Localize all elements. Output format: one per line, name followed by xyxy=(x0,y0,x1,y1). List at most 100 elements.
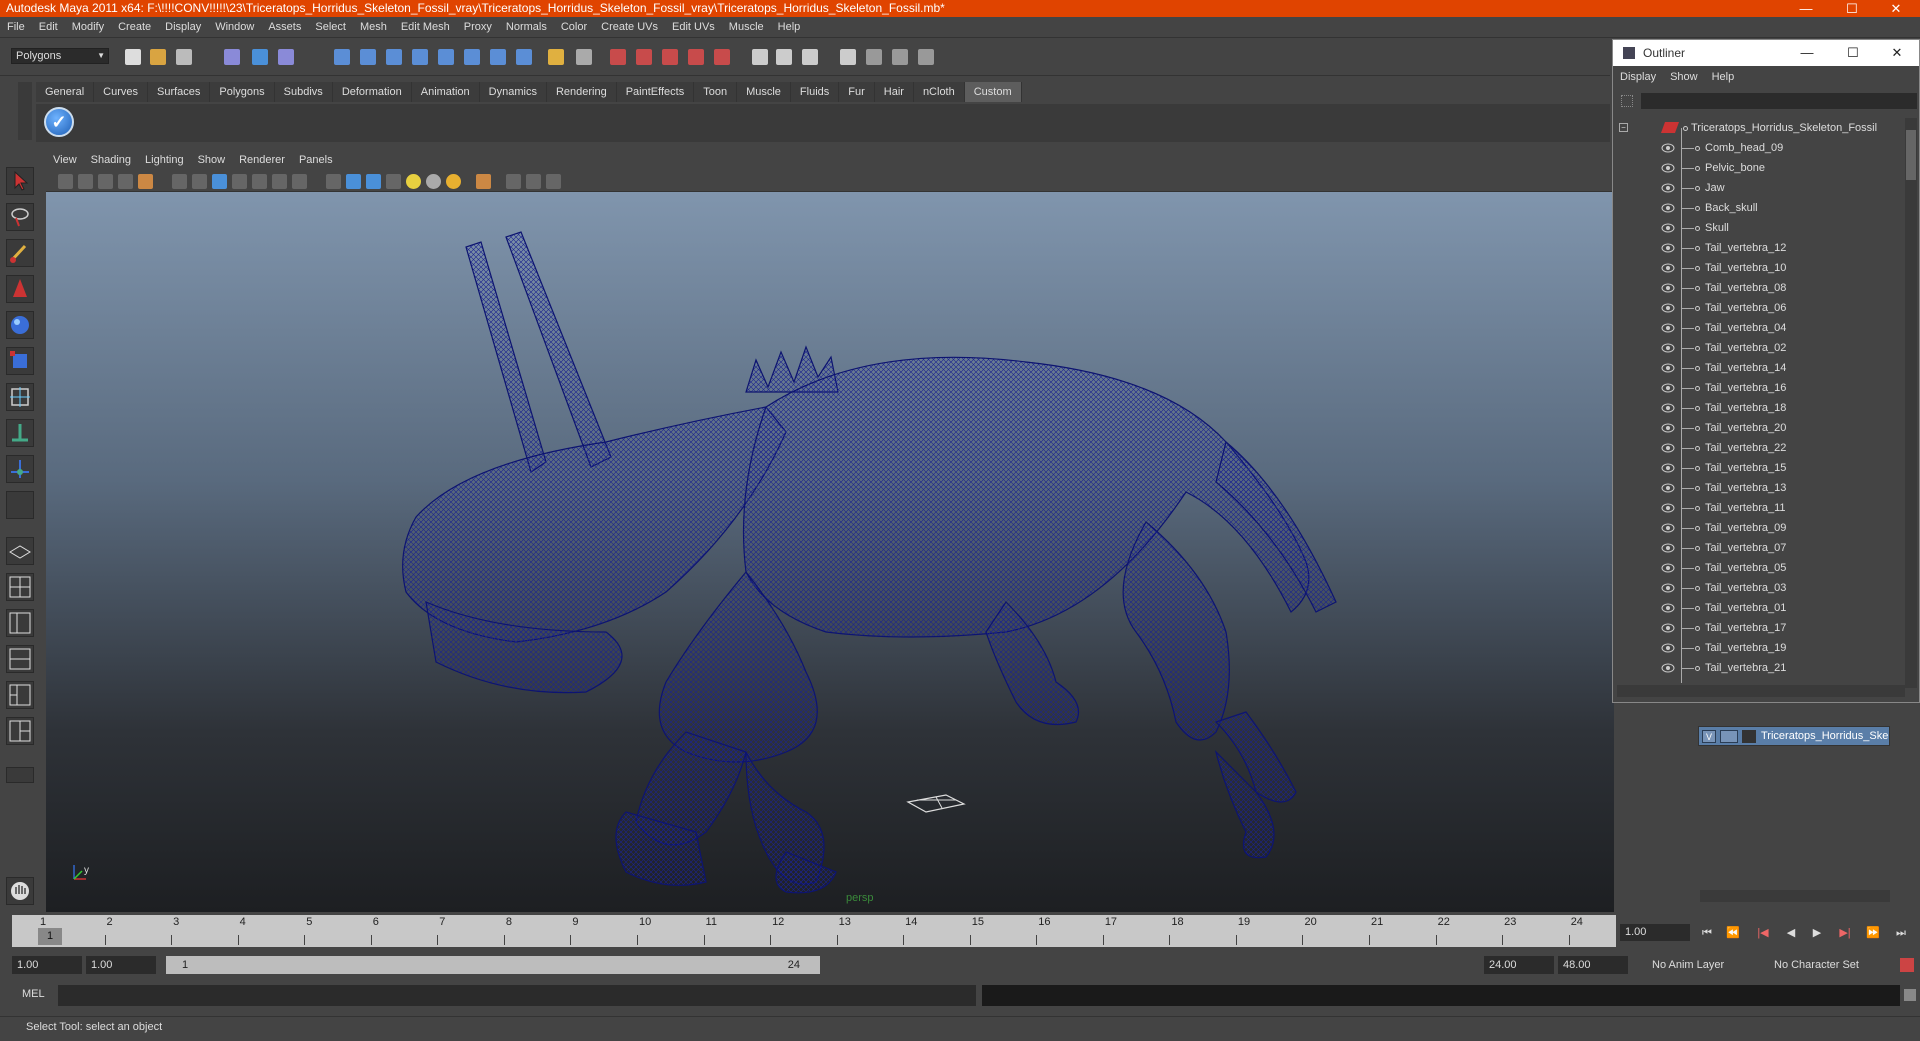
menu-select[interactable]: Select xyxy=(308,17,353,38)
playback-start-field[interactable]: 1.00 xyxy=(86,956,156,974)
menu-edit-uvs[interactable]: Edit UVs xyxy=(665,17,722,38)
range-slider[interactable]: 1 24 xyxy=(166,956,820,974)
smooth-shade-icon[interactable] xyxy=(346,174,361,189)
checkmark-icon[interactable]: ✓ xyxy=(44,107,74,137)
menu-edit-mesh[interactable]: Edit Mesh xyxy=(394,17,457,38)
step-back-key-button[interactable]: ⏪ xyxy=(1724,925,1742,941)
outliner-item-row[interactable]: Tail_vertebra_01 xyxy=(1617,598,1907,618)
layer-type-toggle[interactable] xyxy=(1720,730,1738,743)
outliner-item-row[interactable]: Comb_head_09 xyxy=(1617,138,1907,158)
more-layouts-icon[interactable] xyxy=(6,767,34,783)
menu-edit[interactable]: Edit xyxy=(32,17,65,38)
shelf-tab[interactable]: Dynamics xyxy=(479,82,547,102)
triceratops-skeleton-wireframe[interactable] xyxy=(46,192,1614,912)
safe-action-icon[interactable] xyxy=(272,174,287,189)
menu-assets[interactable]: Assets xyxy=(261,17,308,38)
scale-tool-icon[interactable] xyxy=(6,347,34,375)
panel-menu-panels[interactable]: Panels xyxy=(292,150,340,170)
outliner-item-row[interactable]: Pelvic_bone xyxy=(1617,158,1907,178)
shelf-tab[interactable]: Deformation xyxy=(332,82,412,102)
default-light-icon[interactable] xyxy=(446,174,461,189)
outliner-item-row[interactable]: Tail_vertebra_10 xyxy=(1617,258,1907,278)
preferences-icon[interactable] xyxy=(1900,958,1914,972)
grid-icon[interactable] xyxy=(172,174,187,189)
layout-outliner-icon[interactable] xyxy=(918,49,934,65)
menu-create[interactable]: Create xyxy=(111,17,158,38)
snap-point-icon[interactable] xyxy=(386,49,402,65)
lock-icon[interactable] xyxy=(548,49,564,65)
save-scene-icon[interactable] xyxy=(176,49,192,65)
menu-color[interactable]: Color xyxy=(554,17,594,38)
snap-plane-icon[interactable] xyxy=(412,49,428,65)
paint-select-icon[interactable] xyxy=(6,239,34,267)
layer-color-swatch[interactable] xyxy=(1742,730,1756,743)
play-backwards-button[interactable]: ◀ xyxy=(1782,925,1800,941)
mel-label[interactable]: MEL xyxy=(22,988,45,1000)
layer-hscroll[interactable] xyxy=(1700,890,1890,902)
character-set-select[interactable]: No Character Set xyxy=(1774,956,1859,974)
outliner-menu-show[interactable]: Show xyxy=(1663,67,1705,87)
outliner-close-button[interactable]: ✕ xyxy=(1877,40,1917,66)
outliner-item-row[interactable]: Tail_vertebra_13 xyxy=(1617,478,1907,498)
outliner-item-row[interactable]: Tail_vertebra_15 xyxy=(1617,458,1907,478)
minimize-button[interactable]: — xyxy=(1786,0,1826,17)
gate-mask-icon[interactable] xyxy=(232,174,247,189)
layout-hypershade-icon[interactable] xyxy=(6,681,34,709)
outliner-menu-display[interactable]: Display xyxy=(1613,67,1663,87)
attribute-editor-toggle-icon[interactable] xyxy=(776,49,792,65)
step-forward-frame-button[interactable]: ▶| xyxy=(1836,925,1854,941)
shelf-tab[interactable]: Hair xyxy=(874,82,914,102)
xray-icon[interactable] xyxy=(506,174,521,189)
outliner-menu-help[interactable]: Help xyxy=(1705,67,1742,87)
close-button[interactable]: ✕ xyxy=(1876,0,1916,17)
select-object-icon[interactable] xyxy=(252,49,268,65)
outliner-item-row[interactable]: Tail_vertebra_04 xyxy=(1617,318,1907,338)
textured-icon[interactable] xyxy=(386,174,401,189)
outliner-item-row[interactable]: Tail_vertebra_18 xyxy=(1617,398,1907,418)
shelf-tab[interactable]: Toon xyxy=(694,82,738,102)
outliner-item-row[interactable]: Tail_vertebra_11 xyxy=(1617,498,1907,518)
outliner-item-row[interactable]: Tail_vertebra_12 xyxy=(1617,238,1907,258)
step-back-frame-button[interactable]: |◀ xyxy=(1754,925,1772,941)
animation-start-field[interactable]: 1.00 xyxy=(12,956,82,974)
snap-surface-icon[interactable] xyxy=(438,49,454,65)
outliner-item-row[interactable]: Tail_vertebra_07 xyxy=(1617,538,1907,558)
outliner-vscroll[interactable] xyxy=(1905,118,1917,688)
collapse-icon[interactable]: − xyxy=(1619,123,1628,132)
xray-joints-icon[interactable] xyxy=(526,174,541,189)
menu-file[interactable]: File xyxy=(0,17,32,38)
outliner-item-row[interactable]: Tail_vertebra_03 xyxy=(1617,578,1907,598)
hand-icon[interactable] xyxy=(6,877,34,905)
menu-display[interactable]: Display xyxy=(158,17,208,38)
mel-input[interactable] xyxy=(58,985,976,1006)
layout-outliner-persp-icon[interactable] xyxy=(6,609,34,637)
select-hierarchy-icon[interactable] xyxy=(224,49,240,65)
shelf-tab[interactable]: nCloth xyxy=(913,82,965,102)
outliner-item-row[interactable]: Tail_vertebra_17 xyxy=(1617,618,1907,638)
outliner-item-row[interactable]: Tail_vertebra_05 xyxy=(1617,558,1907,578)
hud-icon[interactable] xyxy=(546,174,561,189)
outliner-item-row[interactable]: Tail_vertebra_21 xyxy=(1617,658,1907,678)
outliner-item-row[interactable]: Tail_vertebra_14 xyxy=(1617,358,1907,378)
step-forward-key-button[interactable]: ⏩ xyxy=(1864,925,1882,941)
outliner-item-row[interactable]: Tail_vertebra_06 xyxy=(1617,298,1907,318)
select-component-icon[interactable] xyxy=(278,49,294,65)
construction-icon[interactable] xyxy=(490,49,506,65)
maximize-button[interactable]: ☐ xyxy=(1832,0,1872,17)
outliner-titlebar[interactable]: Outliner — ☐ ✕ xyxy=(1613,40,1919,66)
current-time-field[interactable]: 1.00 xyxy=(1620,924,1690,941)
menu-help[interactable]: Help xyxy=(771,17,808,38)
current-frame-marker[interactable]: 1 xyxy=(38,928,62,945)
snap-grid-icon[interactable] xyxy=(334,49,350,65)
perspective-viewport[interactable]: y persp xyxy=(46,192,1614,912)
outliner-item-row[interactable]: Tail_vertebra_22 xyxy=(1617,438,1907,458)
last-tool-icon[interactable] xyxy=(6,491,34,519)
outliner-item-row[interactable]: Skull xyxy=(1617,218,1907,238)
shelf-tab[interactable]: Polygons xyxy=(210,82,275,102)
menu-normals[interactable]: Normals xyxy=(499,17,554,38)
go-to-start-button[interactable]: ⏮ xyxy=(1698,925,1716,941)
history-icon[interactable] xyxy=(464,49,480,65)
selection-mask-icon[interactable] xyxy=(576,49,592,65)
anim-layer-select[interactable]: No Anim Layer xyxy=(1652,956,1724,974)
panel-menu-show[interactable]: Show xyxy=(191,150,233,170)
